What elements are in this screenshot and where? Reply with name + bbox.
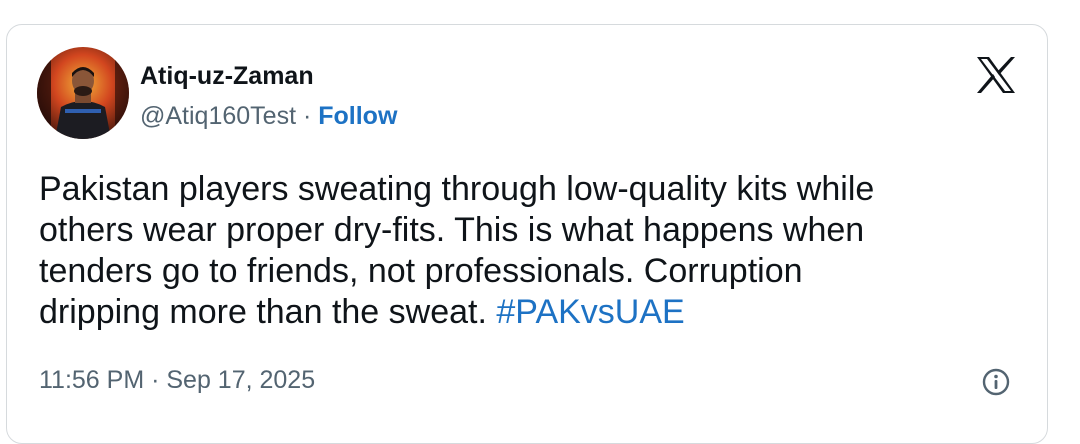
tweet-card[interactable]: Atiq-uz-Zaman @Atiq160Test · Follow Paki… [6, 24, 1048, 444]
x-logo-icon[interactable] [975, 55, 1017, 95]
tweet-timestamp[interactable]: 11:56 PM · Sep 17, 2025 [39, 365, 315, 395]
author-name[interactable]: Atiq-uz-Zaman [140, 61, 314, 91]
info-icon[interactable] [981, 367, 1011, 397]
tweet-text: Pakistan players sweating through low-qu… [39, 169, 999, 333]
author-handle[interactable]: @Atiq160Test [140, 102, 296, 130]
separator-dot: · [296, 102, 319, 130]
avatar[interactable] [37, 47, 129, 139]
tweet-body-text: Pakistan players sweating through low-qu… [39, 170, 875, 331]
hashtag-link[interactable]: #PAKvsUAE [496, 293, 684, 331]
handle-row: @Atiq160Test · Follow [140, 101, 397, 131]
follow-button[interactable]: Follow [318, 102, 397, 130]
